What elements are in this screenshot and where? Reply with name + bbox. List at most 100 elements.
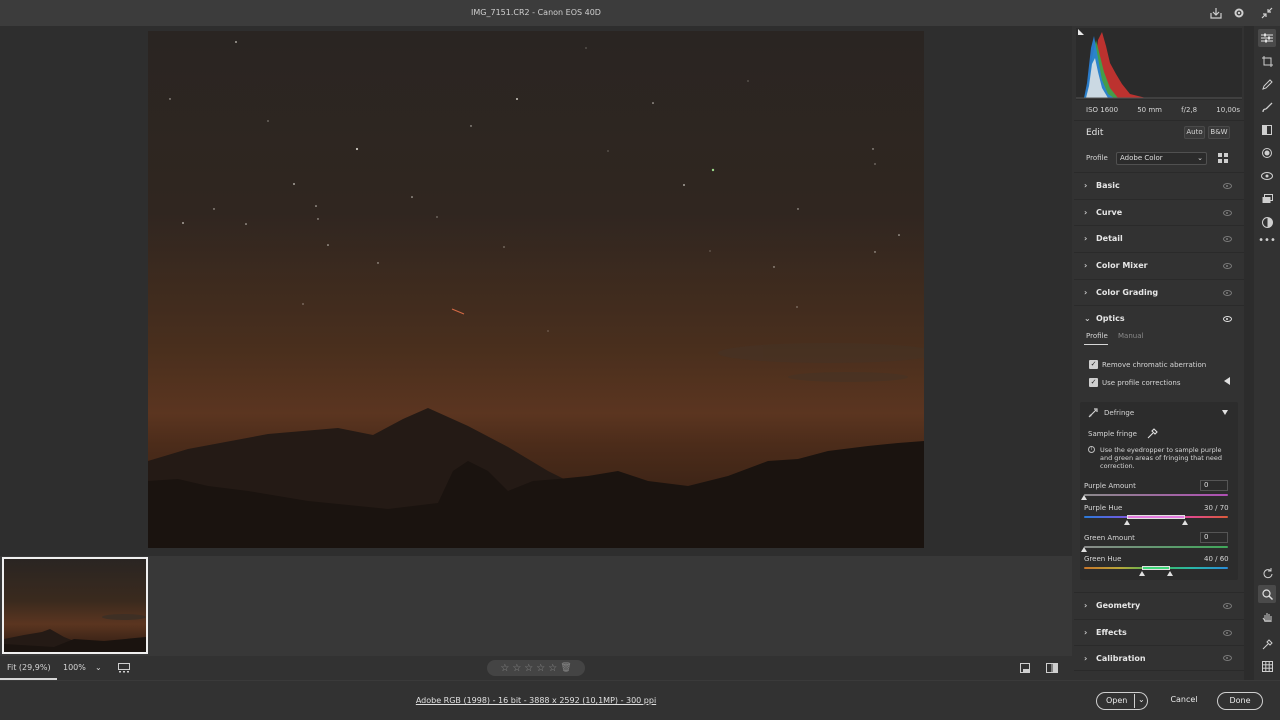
eye-icon[interactable] (1223, 655, 1232, 661)
open-split-divider (1134, 694, 1135, 708)
snapshots-icon[interactable] (1258, 190, 1276, 208)
rotate-icon[interactable] (1258, 564, 1276, 582)
exif-focal: 50 mm (1137, 106, 1162, 114)
done-button[interactable]: Done (1217, 692, 1263, 710)
eye-icon[interactable] (1223, 602, 1232, 609)
color-sampler-icon[interactable] (1258, 635, 1276, 653)
chevron-down-icon[interactable]: ⌄ (1138, 692, 1145, 708)
purple-amount-field[interactable]: 0 (1200, 480, 1228, 491)
star-3-icon[interactable]: ☆ (524, 663, 533, 674)
remove-ca-checkbox[interactable]: ✓ (1089, 360, 1098, 369)
section-curve[interactable]: › Curve (1074, 199, 1244, 225)
star-rating[interactable]: ☆ ☆ ☆ ☆ ☆ 🗑 (487, 660, 585, 676)
star-2-icon[interactable]: ☆ (512, 663, 521, 674)
green-amount-label: Green Amount (1084, 534, 1135, 542)
photo-preview[interactable] (148, 31, 924, 548)
auto-button[interactable]: Auto (1184, 126, 1205, 139)
eye-icon[interactable] (1223, 289, 1232, 296)
section-effects-label: Effects (1096, 628, 1127, 637)
use-profile-checkbox[interactable]: ✓ (1089, 378, 1098, 387)
star-1-icon[interactable]: ☆ (500, 663, 509, 674)
green-amount-slider[interactable] (1084, 546, 1228, 548)
zoom-icon[interactable] (1258, 585, 1276, 603)
section-detail[interactable]: › Detail (1074, 225, 1244, 251)
star-4-icon[interactable]: ☆ (536, 663, 545, 674)
section-calibration[interactable]: › Calibration (1074, 645, 1244, 671)
purple-hue-label: Purple Hue (1084, 504, 1123, 512)
eye-icon[interactable] (1223, 262, 1232, 269)
purple-amount-slider[interactable] (1084, 494, 1228, 496)
purple-amount-thumb[interactable] (1081, 495, 1087, 500)
defringe-collapse-icon[interactable] (1222, 410, 1228, 415)
filmstrip-thumbnail[interactable] (2, 557, 148, 654)
profile-select[interactable]: Adobe Color ⌄ (1116, 152, 1207, 165)
healing-icon[interactable] (1258, 75, 1276, 93)
green-hue-low-thumb[interactable] (1138, 571, 1145, 576)
green-hue-label: Green Hue (1084, 555, 1122, 563)
eye-icon[interactable] (1223, 315, 1232, 322)
profile-corrections-expand-icon[interactable] (1224, 377, 1230, 385)
panel-scrollbar[interactable] (1244, 26, 1254, 680)
star-5-icon[interactable]: ☆ (548, 663, 557, 674)
purple-hue-low-thumb[interactable] (1124, 520, 1131, 525)
green-amount-thumb[interactable] (1081, 547, 1087, 552)
section-calibration-label: Calibration (1096, 653, 1146, 663)
linear-gradient-icon[interactable] (1258, 121, 1276, 139)
save-icon[interactable] (1208, 5, 1224, 21)
profile-label: Profile (1086, 154, 1108, 162)
eye-icon[interactable] (1223, 235, 1232, 242)
radial-gradient-icon[interactable] (1258, 144, 1276, 162)
collapse-icon[interactable] (1259, 5, 1275, 21)
open-button-label: Open (1106, 696, 1128, 705)
tab-optics-profile[interactable]: Profile (1086, 332, 1108, 340)
info-icon: i (1088, 446, 1095, 453)
histogram (1076, 28, 1242, 100)
brush-icon[interactable] (1258, 98, 1276, 116)
filmstrip-toggle-icon[interactable] (118, 656, 130, 680)
zoom-dropdown-icon[interactable]: ⌄ (95, 656, 102, 680)
section-basic[interactable]: › Basic (1074, 172, 1244, 198)
grid-icon[interactable] (1258, 657, 1276, 675)
chevron-down-icon: ⌄ (1084, 314, 1091, 323)
canvas-area[interactable] (0, 26, 1072, 556)
gear-icon[interactable] (1231, 5, 1247, 21)
more-icon[interactable]: ••• (1258, 231, 1276, 249)
red-eye-icon[interactable] (1258, 167, 1276, 185)
eye-icon[interactable] (1223, 629, 1232, 636)
eyedropper-icon[interactable] (1147, 428, 1158, 441)
profile-select-value: Adobe Color (1120, 154, 1163, 162)
section-optics[interactable]: ⌄ Optics (1074, 305, 1244, 331)
section-effects[interactable]: › Effects (1074, 619, 1244, 645)
eye-icon[interactable] (1223, 209, 1232, 216)
purple-hue-high-thumb[interactable] (1181, 520, 1188, 525)
chevron-right-icon: › (1084, 601, 1088, 610)
profile-browser-icon[interactable] (1218, 153, 1229, 165)
before-after-icon[interactable] (1046, 656, 1058, 680)
fit-zoom-button[interactable]: Fit (29,9%) (7, 656, 51, 680)
edit-panel: ISO 1600 50 mm f/2,8 10,00s Edit Auto B&… (1074, 26, 1244, 680)
status-bar: Fit (29,9%) 100% ⌄ ☆ ☆ ☆ ☆ ☆ 🗑 (0, 656, 1072, 680)
green-hue-high-thumb[interactable] (1167, 571, 1174, 576)
presets-icon[interactable] (1258, 213, 1276, 231)
section-color-grading[interactable]: › Color Grading (1074, 279, 1244, 305)
crop-icon[interactable] (1258, 52, 1276, 70)
tool-strip: ••• (1254, 26, 1280, 680)
purple-amount-label: Purple Amount (1084, 482, 1136, 490)
exif-shutter: 10,00s (1216, 106, 1240, 114)
hand-icon[interactable] (1258, 608, 1276, 626)
open-button[interactable]: Open ⌄ (1096, 692, 1148, 710)
green-amount-field[interactable]: 0 (1200, 532, 1228, 543)
tab-optics-manual[interactable]: Manual (1118, 332, 1143, 340)
eye-icon[interactable] (1223, 182, 1232, 189)
section-geometry[interactable]: › Geometry (1074, 592, 1244, 618)
workflow-options-link[interactable]: Adobe RGB (1998) - 16 bit - 3888 x 2592 … (0, 681, 1072, 720)
single-view-icon[interactable] (1020, 656, 1030, 680)
edit-sliders-icon[interactable] (1258, 29, 1276, 47)
cancel-button[interactable]: Cancel (1162, 692, 1206, 710)
profile-row: Profile Adobe Color ⌄ (1074, 148, 1244, 170)
chevron-right-icon: › (1084, 653, 1088, 663)
section-color-mixer[interactable]: › Color Mixer (1074, 252, 1244, 278)
zoom-100-button[interactable]: 100% (63, 656, 86, 680)
trash-icon[interactable]: 🗑 (560, 663, 571, 673)
bw-button[interactable]: B&W (1208, 126, 1230, 139)
